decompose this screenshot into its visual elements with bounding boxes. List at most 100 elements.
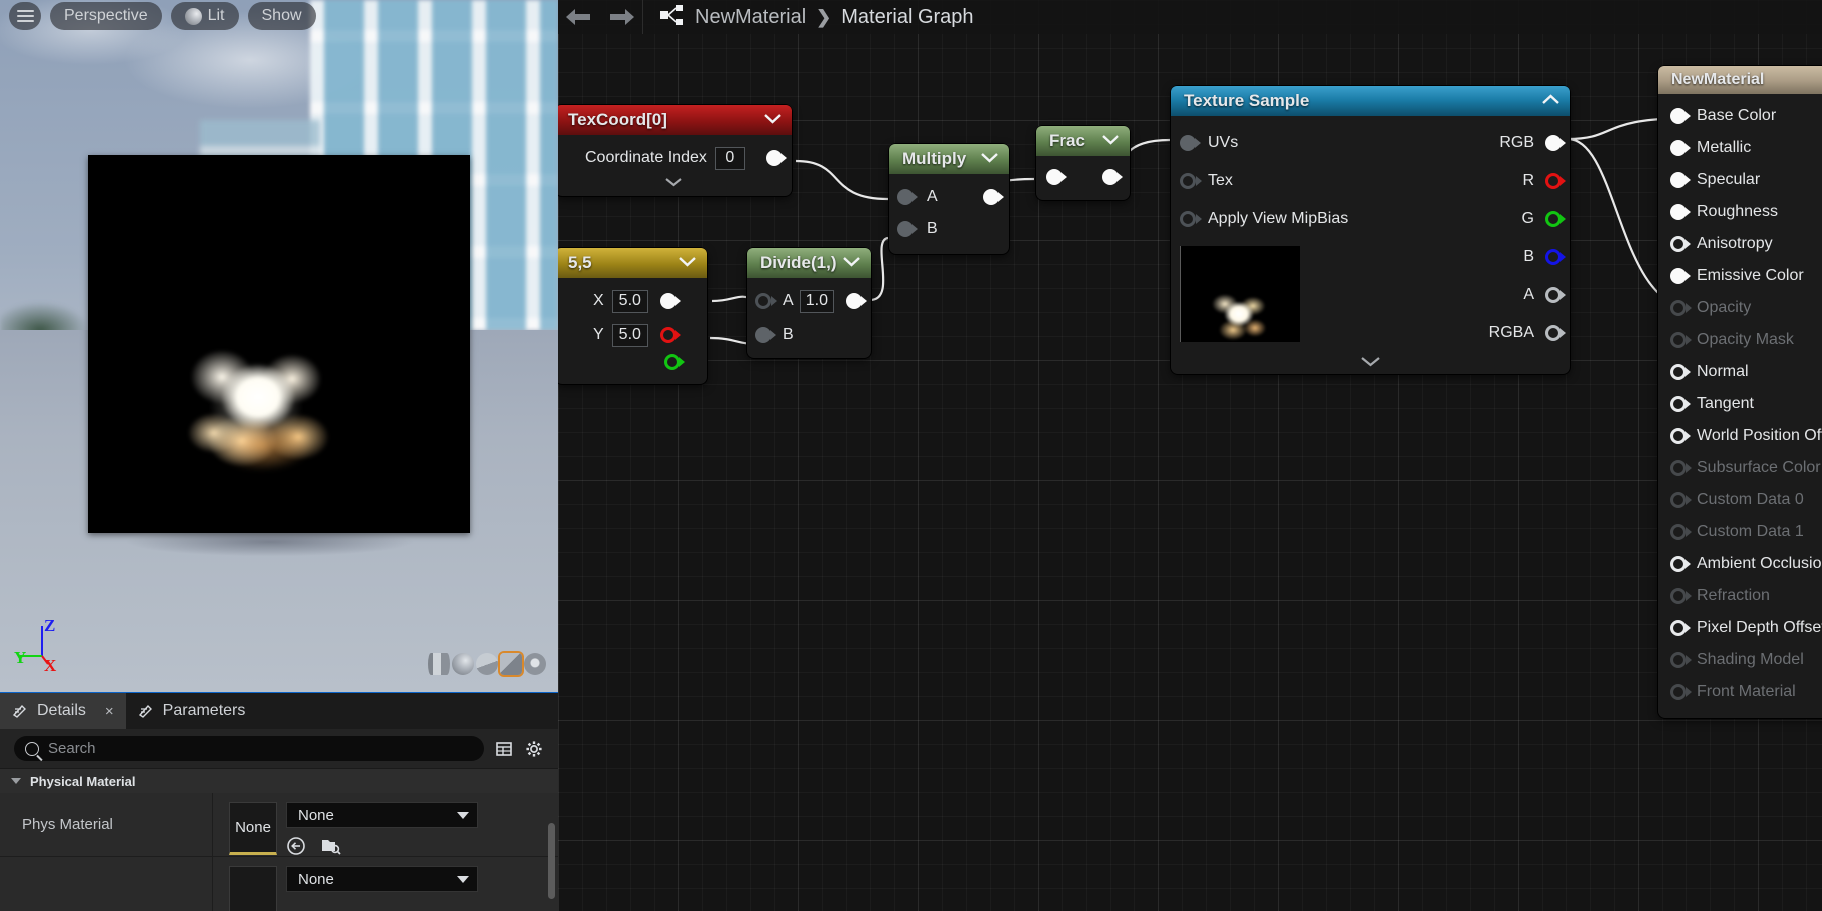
input-pin-a[interactable] — [897, 189, 913, 205]
preview-shape-cylinder-icon[interactable] — [428, 653, 450, 675]
input-pin-opacity-mask[interactable] — [1670, 332, 1686, 348]
node-newmaterial[interactable]: NewMaterial Base Color Metallic Specular Ro… — [1658, 66, 1822, 718]
input-pin-b[interactable] — [897, 221, 913, 237]
input-pin-world-position-offset[interactable] — [1670, 428, 1686, 444]
preview-mesh-plane[interactable] — [88, 155, 470, 533]
constant-x-input[interactable]: 5.0 — [611, 289, 648, 313]
viewport-show-button[interactable]: Show — [247, 2, 316, 30]
output-pin-frac[interactable] — [1102, 169, 1118, 185]
input-pin-tex[interactable] — [1180, 173, 1196, 189]
asset-thumbnail[interactable]: None — [229, 802, 277, 855]
output-pin-a[interactable] — [1545, 287, 1561, 303]
node-expand-row[interactable] — [1171, 352, 1570, 374]
output-pin-multiply[interactable] — [983, 189, 999, 205]
node-multiply[interactable]: Multiply A B — [889, 144, 1009, 254]
close-icon[interactable]: × — [105, 703, 114, 720]
chevron-down-icon[interactable] — [1102, 132, 1119, 150]
input-pin-normal[interactable] — [1670, 364, 1686, 380]
output-pin-r[interactable] — [1545, 173, 1561, 189]
arrow-right-icon[interactable] — [600, 8, 642, 26]
node-divide[interactable]: Divide(1,) A 1.0 B — [747, 248, 871, 358]
preview-shape-plane-icon[interactable] — [476, 653, 498, 675]
node-texcoord[interactable]: TexCoord[0] Coordinate Index 0 — [558, 105, 792, 196]
breadcrumb-item-newmaterial[interactable]: NewMaterial — [695, 6, 806, 29]
chevron-up-icon[interactable] — [1542, 92, 1559, 110]
node-texcoord-header[interactable]: TexCoord[0] — [558, 105, 792, 135]
input-pin-front-material[interactable] — [1670, 684, 1686, 700]
secondary-dropdown[interactable]: None — [286, 866, 478, 892]
node-frac-header[interactable]: Frac — [1036, 126, 1130, 156]
node-frac[interactable]: Frac — [1036, 126, 1130, 200]
texture-thumbnail[interactable] — [1180, 246, 1300, 342]
input-pin-pixel-depth-offset[interactable] — [1670, 620, 1686, 636]
column-layout-icon[interactable] — [494, 739, 514, 759]
input-pin-ambient-occlusion[interactable] — [1670, 556, 1686, 572]
chevron-down-icon[interactable] — [981, 150, 998, 168]
output-pin-g[interactable] — [1545, 211, 1561, 227]
node-divide-header[interactable]: Divide(1,) — [747, 248, 871, 278]
chevron-down-icon[interactable] — [764, 111, 781, 129]
node-constant2-header[interactable]: 5,5 — [558, 248, 707, 278]
viewport-perspective-button[interactable]: Perspective — [50, 2, 162, 30]
chevron-down-icon[interactable] — [679, 254, 696, 272]
output-pin-texcoord[interactable] — [766, 150, 782, 166]
coordinate-index-input[interactable]: 0 — [714, 146, 745, 170]
output-pin-divide[interactable] — [846, 293, 862, 309]
node-divide-title: Divide(1,) — [760, 253, 837, 272]
viewport-menu-button[interactable] — [9, 2, 41, 30]
node-newmaterial-header[interactable]: NewMaterial — [1658, 66, 1822, 94]
node-texture-sample[interactable]: Texture Sample UVs Tex Apply View MipBia… — [1171, 86, 1570, 374]
output-pin-x[interactable] — [659, 293, 676, 309]
breadcrumb-item-material-graph[interactable]: Material Graph — [841, 6, 973, 29]
input-pin-refraction[interactable] — [1670, 588, 1686, 604]
input-pin-uvs[interactable] — [1180, 135, 1196, 151]
output-pin-rgba[interactable] — [1545, 325, 1561, 341]
input-pin-opacity[interactable] — [1670, 300, 1686, 316]
input-pin-anisotropy[interactable] — [1670, 236, 1686, 252]
details-scrollbar[interactable] — [548, 823, 555, 899]
constant-y-input[interactable]: 5.0 — [611, 323, 648, 347]
input-pin-roughness[interactable] — [1670, 204, 1686, 220]
input-pin-custom-data-0[interactable] — [1670, 492, 1686, 508]
input-pin-apply-view-mipbias[interactable] — [1180, 211, 1196, 227]
browse-to-asset-icon[interactable] — [320, 836, 342, 856]
node-texture-sample-header[interactable]: Texture Sample — [1171, 86, 1570, 116]
input-pin-b[interactable] — [755, 327, 771, 343]
input-pin-tangent[interactable] — [1670, 396, 1686, 412]
arrow-left-icon[interactable] — [558, 8, 600, 26]
preview-shape-custom-mesh-icon[interactable] — [524, 653, 546, 675]
preview-shape-cube-icon[interactable] — [500, 653, 522, 675]
material-preview-viewport[interactable]: Perspective Lit Show Z Y X — [0, 0, 558, 692]
viewport-lit-button[interactable]: Lit — [170, 2, 239, 30]
gear-icon[interactable] — [524, 739, 544, 759]
input-pin-subsurface-color[interactable] — [1670, 460, 1686, 476]
node-multiply-header[interactable]: Multiply — [889, 144, 1009, 174]
input-pin-custom-data-1[interactable] — [1670, 524, 1686, 540]
material-graph-canvas[interactable]: NewMaterial ❯ Material Graph TexCoord[0]… — [558, 0, 1822, 911]
preview-shape-sphere-icon[interactable] — [452, 653, 474, 675]
node-constant2[interactable]: 5,5 X 5.0 Y 5.0 — [558, 248, 707, 384]
input-pin-shading-model[interactable] — [1670, 652, 1686, 668]
output-pin-rgb[interactable] — [1545, 135, 1561, 151]
browse-back-icon[interactable] — [286, 836, 308, 856]
chevron-down-icon[interactable] — [843, 254, 860, 272]
tab-parameters[interactable]: Parameters — [126, 693, 258, 729]
output-pin-b[interactable] — [1545, 249, 1561, 265]
input-pin-metallic[interactable] — [1670, 140, 1686, 156]
input-pin-frac[interactable] — [1046, 169, 1062, 185]
tab-details[interactable]: Details × — [0, 693, 126, 729]
phys-material-dropdown[interactable]: None — [286, 802, 478, 828]
category-header-physical-material[interactable]: Physical Material — [0, 768, 558, 793]
input-pin-specular[interactable] — [1670, 172, 1686, 188]
node-newmaterial-title: NewMaterial — [1671, 71, 1765, 88]
input-pin-emissive-color[interactable] — [1670, 268, 1686, 284]
output-pin-extra[interactable] — [664, 354, 680, 370]
search-input[interactable]: Search — [14, 736, 484, 761]
asset-thumbnail[interactable] — [229, 866, 277, 911]
pin-label-anisotropy: Anisotropy — [1697, 235, 1773, 252]
output-pin-y[interactable] — [659, 327, 676, 343]
input-pin-a[interactable] — [755, 293, 771, 309]
input-pin-base-color[interactable] — [1670, 108, 1686, 124]
divide-a-input[interactable]: 1.0 — [799, 289, 834, 313]
node-expand-row[interactable] — [558, 174, 792, 187]
